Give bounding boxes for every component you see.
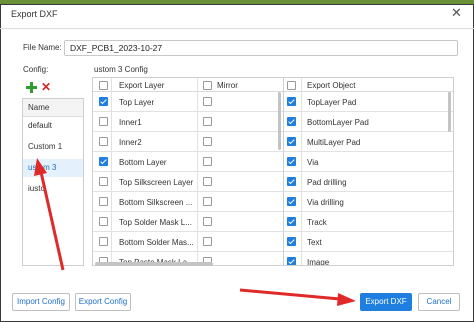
arrow-to-config bbox=[39, 171, 65, 271]
arrow-to-export bbox=[239, 288, 341, 301]
arrow-head-config bbox=[34, 158, 47, 176]
arrow-head-export bbox=[337, 293, 356, 306]
annotation-arrows bbox=[34, 158, 356, 306]
